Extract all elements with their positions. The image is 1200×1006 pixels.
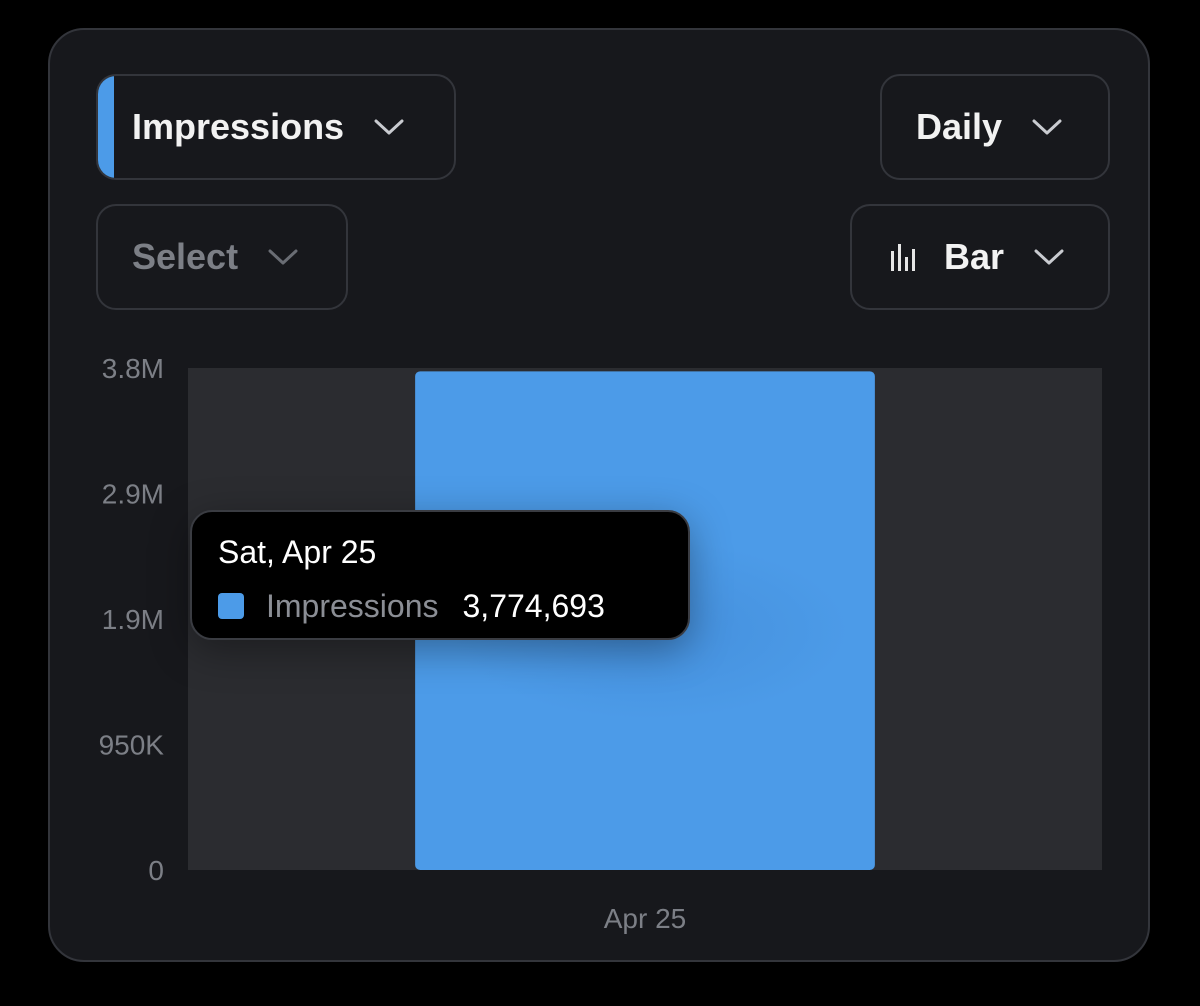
tooltip-value: 3,774,693 <box>462 588 605 624</box>
chart-card: Impressions Select Daily Bar 0 950K 1.9M… <box>48 28 1150 962</box>
y-tick-label: 1.9M <box>102 604 164 635</box>
tooltip-row: Impressions 3,774,693 <box>218 586 662 626</box>
y-tick-label: 2.9M <box>102 479 164 510</box>
y-tick-label: 950K <box>99 730 165 761</box>
tooltip-series-name: Impressions <box>266 588 439 624</box>
tooltip-series-swatch <box>218 593 244 619</box>
y-tick-label: 3.8M <box>102 353 164 384</box>
x-tick-label: Apr 25 <box>604 903 687 934</box>
y-tick-label: 0 <box>148 855 164 886</box>
chart-tooltip: Sat, Apr 25 Impressions 3,774,693 <box>190 510 690 640</box>
bar-chart: 0 950K 1.9M 2.9M 3.8M Apr 25 <box>99 353 1102 934</box>
tooltip-date: Sat, Apr 25 <box>218 534 377 570</box>
